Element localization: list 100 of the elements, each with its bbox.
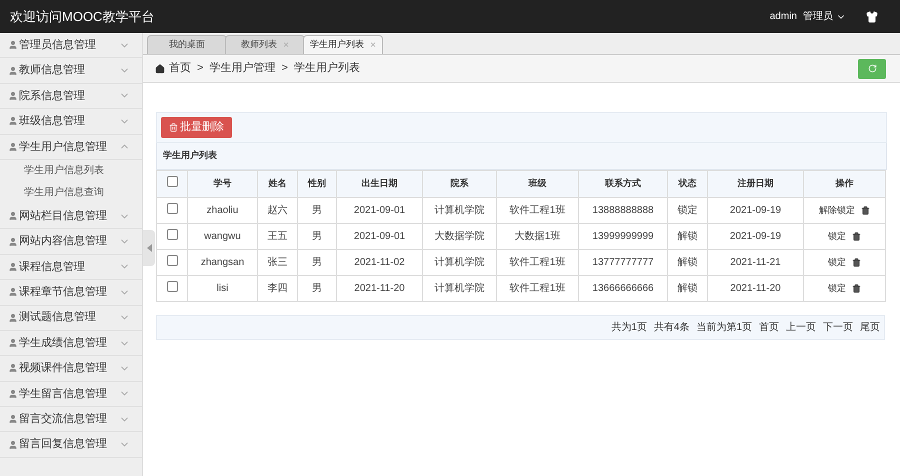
user-icon	[8, 236, 18, 247]
table-cell: 男	[298, 250, 336, 276]
user-icon	[8, 440, 18, 450]
pagination-info: 共为1页	[611, 320, 647, 335]
column-header: 性别	[298, 170, 336, 198]
username: admin	[770, 10, 797, 24]
column-header: 状态	[668, 170, 708, 198]
table-cell: 男	[298, 276, 336, 302]
checkbox[interactable]	[166, 280, 178, 292]
tab[interactable]: 我的桌面	[147, 35, 227, 54]
pagination-link[interactable]: 下一页	[823, 320, 853, 335]
sidebar-item[interactable]: 管理员信息管理	[0, 33, 142, 58]
user-icon	[8, 287, 18, 298]
site-title: 欢迎访问MOOC教学平台	[10, 8, 154, 26]
sidebar-item[interactable]: 留言回复信息管理	[0, 432, 142, 458]
sidebar-item[interactable]: 学生留言信息管理	[0, 382, 142, 408]
table-cell: 13777777777	[578, 250, 668, 276]
trash-icon[interactable]	[852, 232, 861, 242]
table-cell: 13999999999	[578, 224, 668, 250]
checkbox[interactable]	[166, 202, 178, 214]
sidebar-item[interactable]: 教师信息管理	[0, 58, 142, 84]
sidebar-item[interactable]: 课程章节信息管理	[0, 280, 142, 306]
sidebar-item[interactable]: 测试题信息管理	[0, 306, 142, 331]
user-icon	[8, 414, 18, 424]
user-icon	[8, 312, 18, 323]
sidebar-item[interactable]: 学生成绩信息管理	[0, 330, 142, 356]
table-cell: 2021-11-02	[336, 250, 422, 276]
user-icon	[8, 40, 18, 50]
tab[interactable]: 教师列表 ×	[225, 35, 305, 54]
refresh-button[interactable]	[858, 58, 886, 78]
table-cell: 2021-09-01	[336, 224, 422, 250]
checkbox[interactable]	[166, 176, 178, 187]
batch-delete-button[interactable]: 批量删除	[161, 117, 232, 138]
sidebar-item[interactable]: 留言交流信息管理	[0, 407, 142, 432]
role-menu[interactable]: 管理员	[803, 9, 846, 24]
sidebar-subitem[interactable]: 学生用户信息查询	[0, 182, 142, 204]
table-cell: 王五	[258, 224, 298, 250]
sidebar-item[interactable]: 网站栏目信息管理	[0, 204, 142, 230]
pagination-link[interactable]: 尾页	[860, 320, 880, 335]
table-cell: zhangsan	[188, 250, 258, 276]
sidebar-item[interactable]: 学生用户信息管理	[0, 134, 142, 160]
collapse-handle[interactable]	[143, 230, 155, 266]
pagination-link[interactable]: 上一页	[786, 320, 816, 335]
refresh-icon	[868, 64, 876, 73]
breadcrumb-item[interactable]: 学生用户管理	[209, 60, 276, 77]
sidebar-item[interactable]: 视频课件信息管理	[0, 356, 142, 382]
table-cell: 解锁	[668, 250, 708, 276]
lock-link[interactable]: 锁定	[828, 256, 846, 270]
pagination-info: 当前为第1页	[696, 320, 752, 335]
user-icon	[8, 142, 18, 152]
column-header: 班级	[496, 170, 578, 198]
column-header: 姓名	[258, 170, 298, 198]
table-cell: 大数据学院	[422, 224, 496, 250]
sidebar-item[interactable]: 院系信息管理	[0, 84, 142, 110]
user-icon	[8, 116, 18, 126]
user-icon	[8, 388, 18, 399]
user-icon	[8, 262, 18, 272]
checkbox[interactable]	[166, 228, 178, 240]
pagination-info: 共有4条	[654, 320, 690, 335]
sidebar-item[interactable]: 网站内容信息管理	[0, 229, 142, 255]
caret-left-icon	[146, 244, 152, 252]
lock-link[interactable]: 锁定	[828, 282, 846, 296]
table-cell: 2021-11-20	[336, 276, 422, 302]
tab[interactable]: 学生用户列表 ×	[303, 35, 383, 54]
column-header: 出生日期	[336, 170, 422, 198]
shirt-icon[interactable]	[866, 10, 878, 22]
sidebar-item[interactable]: 课程信息管理	[0, 254, 142, 280]
trash-icon[interactable]	[852, 284, 861, 294]
breadcrumb-separator: >	[281, 61, 288, 76]
table-cell: 13888888888	[578, 198, 668, 224]
user-icon	[8, 338, 18, 348]
sidebar-item[interactable]: 班级信息管理	[0, 109, 142, 135]
column-header: 学号	[188, 170, 258, 198]
trash-icon[interactable]	[852, 258, 861, 268]
pagination-link[interactable]: 首页	[759, 320, 779, 335]
trash-icon[interactable]	[861, 206, 870, 216]
table-cell: 解锁	[668, 224, 708, 250]
trash-icon	[169, 123, 178, 132]
column-header: 注册日期	[708, 170, 804, 198]
breadcrumb-item[interactable]: 首页	[169, 60, 191, 77]
table-cell: 2021-09-01	[336, 198, 422, 224]
home-icon	[155, 64, 165, 74]
table-cell: 张三	[258, 250, 298, 276]
breadcrumb-separator: >	[197, 61, 204, 76]
sidebar-subitem[interactable]: 学生用户信息列表	[0, 160, 142, 182]
breadcrumb-item: 学生用户列表	[294, 60, 360, 76]
table-title: 学生用户列表	[156, 143, 887, 170]
column-header: 联系方式	[578, 170, 668, 198]
table-cell: 2021-11-20	[708, 276, 804, 302]
table-cell: 男	[298, 224, 336, 250]
table-cell: 计算机学院	[422, 250, 496, 276]
user-icon	[8, 211, 18, 222]
user-icon	[8, 66, 18, 76]
table-cell: 2021-09-19	[708, 198, 804, 224]
user-icon	[8, 90, 18, 101]
lock-link[interactable]: 锁定	[828, 230, 846, 244]
checkbox[interactable]	[166, 254, 178, 266]
table-cell: wangwu	[188, 224, 258, 250]
table-cell: 计算机学院	[422, 276, 496, 302]
table-cell: 2021-11-21	[708, 250, 804, 276]
